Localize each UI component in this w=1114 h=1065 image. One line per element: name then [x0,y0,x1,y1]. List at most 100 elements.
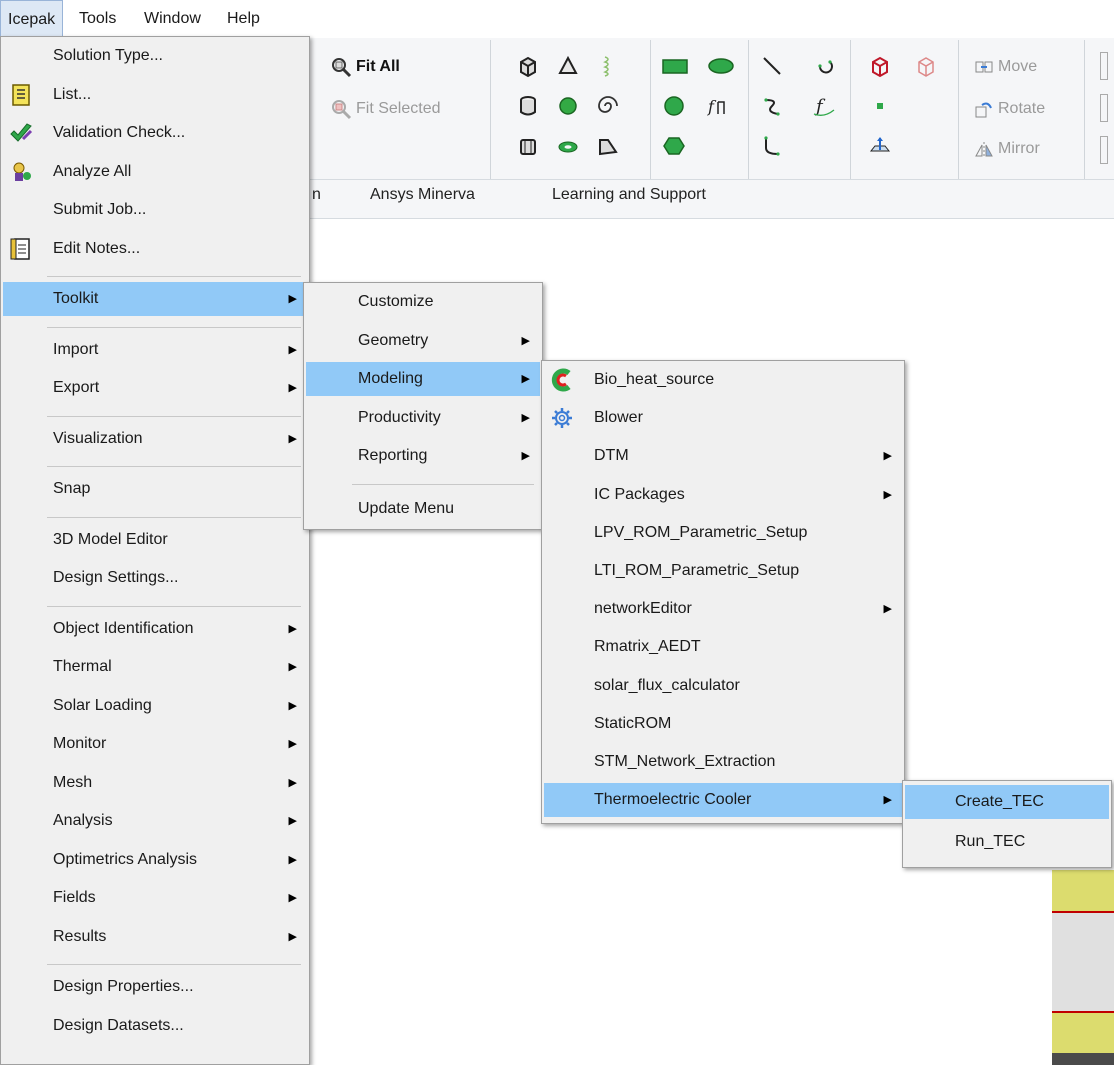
fit-selected-button[interactable]: Fit Selected [330,96,440,122]
cylinder-icon[interactable] [516,94,540,118]
icepak-menu-item-3d-model-editor[interactable]: 3D Model Editor [3,523,307,557]
ribbon-tab-learning-support[interactable]: Learning and Support [552,186,706,204]
ribbon-tab-ansys-minerva[interactable]: Ansys Minerva [370,186,475,204]
menu-item-label: Create_TEC [955,793,1044,810]
modeling-menu-item-blower[interactable]: Blower [544,401,902,435]
point-icon[interactable] [868,94,892,118]
torus-icon[interactable] [556,134,580,158]
ribbon-tab-partial[interactable]: n [312,186,321,204]
menubar-icepak[interactable]: Icepak [0,0,64,38]
toolkit-menu-item-productivity[interactable]: Productivity ▶ [306,401,540,435]
modeling-menu-item-networkeditor[interactable]: networkEditor ▶ [544,592,902,626]
mirror-button[interactable]: Mirror [974,136,1040,162]
icepak-menu-item-solution-type[interactable]: Solution Type... [3,39,307,73]
icepak-menu-item-analyze-all[interactable]: Analyze All [3,155,307,189]
submenu-arrow-icon: ▶ [883,488,892,501]
helix-icon[interactable] [596,54,620,78]
submenu-arrow-icon: ▶ [288,622,297,635]
fit-all-button[interactable]: Fit All [330,54,400,80]
menu-item-label: IC Packages [594,485,685,503]
modeling-menu-item-solar-flux-calculator[interactable]: solar_flux_calculator [544,669,902,703]
submenu-arrow-icon: ▶ [288,738,297,750]
icepak-menu-item-design-datasets[interactable]: Design Datasets... [3,1009,307,1043]
menu-item-label: Productivity [358,408,441,426]
tec-menu-item-run-tec[interactable]: Run_TEC [905,825,1109,859]
modeling-menu-item-thermoelectric-cooler[interactable]: Thermoelectric Cooler ▶ [544,783,902,818]
modeling-menu-item-bio-heat-source[interactable]: Bio_heat_source [544,363,902,397]
toolkit-menu-item-reporting[interactable]: Reporting ▶ [306,439,540,473]
icepak-menu-item-design-properties[interactable]: Design Properties... [3,970,307,1004]
arc-icon[interactable] [812,54,836,78]
equation-surface-icon[interactable]: f [706,94,730,118]
equation-curve-icon[interactable]: f [812,94,836,118]
icepak-menu-item-object-identification[interactable]: Object Identification ▶ [3,612,307,646]
sphere-icon[interactable] [556,94,580,118]
icepak-menu-item-analysis[interactable]: Analysis ▶ [3,804,307,838]
icepak-menu-item-submit-job[interactable]: Submit Job... [3,193,307,227]
clipped-tool-1[interactable] [1100,52,1108,80]
edit-notes-icon [9,237,33,261]
toolkit-menu-item-modeling[interactable]: Modeling ▶ [306,362,540,396]
icepak-menu-item-import[interactable]: Import ▶ [3,333,307,367]
box-object-faded-icon[interactable] [914,54,938,78]
menu-separator [47,466,301,467]
plane-icon[interactable] [868,134,892,158]
clipped-tool-3[interactable] [1100,136,1108,164]
icepak-menu-item-fields[interactable]: Fields ▶ [3,881,307,915]
menu-item-label: Optimetrics Analysis [53,850,198,868]
ribbon-panel-2d: f [656,40,749,180]
submenu-arrow-icon: ▶ [521,411,530,424]
rectangle-icon[interactable] [660,54,690,78]
icepak-menu-item-visualization[interactable]: Visualization ▶ [3,422,307,456]
icepak-menu-item-edit-notes[interactable]: Edit Notes... [3,232,307,266]
menu-item-label: 3D Model Editor [53,530,168,548]
icepak-menu-item-export[interactable]: Export ▶ [3,371,307,405]
rotate-button[interactable]: Rotate [974,96,1045,122]
icepak-menu-item-solar-loading[interactable]: Solar Loading ▶ [3,689,307,723]
submenu-arrow-icon: ▶ [288,853,297,866]
icepak-menu-item-optimetrics-analysis[interactable]: Optimetrics Analysis ▶ [3,843,307,877]
icepak-menu-item-mesh[interactable]: Mesh ▶ [3,766,307,800]
modeling-menu-item-ic-packages[interactable]: IC Packages ▶ [544,478,902,512]
modeling-menu-item-rmatrix-aedt[interactable]: Rmatrix_AEDT [544,630,902,664]
center-point-arc-icon[interactable] [760,134,784,158]
spline-icon[interactable] [760,94,784,118]
circle-icon[interactable] [662,94,686,118]
pyramid-icon[interactable] [556,54,580,78]
icepak-menu-item-toolkit[interactable]: Toolkit ▶ [3,282,307,316]
clipped-tool-2[interactable] [1100,94,1108,122]
toolkit-menu-item-update-menu[interactable]: Update Menu [306,492,540,526]
icepak-menu-item-design-settings[interactable]: Design Settings... [3,561,307,595]
spiral-icon[interactable] [596,94,620,118]
ellipse-icon[interactable] [706,54,736,78]
submenu-arrow-icon: ▶ [288,892,297,904]
modeling-menu-item-lpv-rom-parametric-setup[interactable]: LPV_ROM_Parametric_Setup [544,516,902,550]
toolkit-menu-item-geometry[interactable]: Geometry ▶ [306,324,540,358]
menubar-help[interactable]: Help [220,0,267,38]
bio-heat-icon [550,368,574,392]
move-button[interactable]: Move [974,54,1037,80]
fit-all-label: Fit All [356,58,400,75]
tec-menu-item-create-tec[interactable]: Create_TEC [905,785,1109,819]
menubar-window[interactable]: Window [137,0,208,38]
modeling-menu-item-staticrom[interactable]: StaticROM [544,707,902,741]
toolkit-menu-item-customize[interactable]: Customize [306,285,540,319]
icepak-menu-item-snap[interactable]: Snap [3,472,307,506]
polygon-icon[interactable] [662,134,686,158]
modeling-menu-item-stm-network-extraction[interactable]: STM_Network_Extraction [544,745,902,779]
modeling-menu-item-lti-rom-parametric-setup[interactable]: LTI_ROM_Parametric_Setup [544,554,902,588]
icepak-menu-item-results[interactable]: Results ▶ [3,920,307,954]
regular-polyhedron-icon[interactable] [516,134,540,158]
box-object-red-icon[interactable] [868,54,892,78]
icepak-menu-item-monitor[interactable]: Monitor ▶ [3,727,307,761]
line-icon[interactable] [760,54,784,78]
modeling-menu-item-dtm[interactable]: DTM ▶ [544,439,902,473]
icepak-menu: Solution Type... List... Validation Check.… [0,36,310,1065]
icepak-menu-item-thermal[interactable]: Thermal ▶ [3,650,307,684]
menubar-tools[interactable]: Tools [72,0,123,38]
bondwire-icon[interactable] [596,134,620,158]
menu-item-label: Run_TEC [955,833,1026,850]
icepak-menu-item-list[interactable]: List... [3,78,307,112]
icepak-menu-item-validation-check[interactable]: Validation Check... [3,116,307,150]
box-icon[interactable] [516,54,540,78]
